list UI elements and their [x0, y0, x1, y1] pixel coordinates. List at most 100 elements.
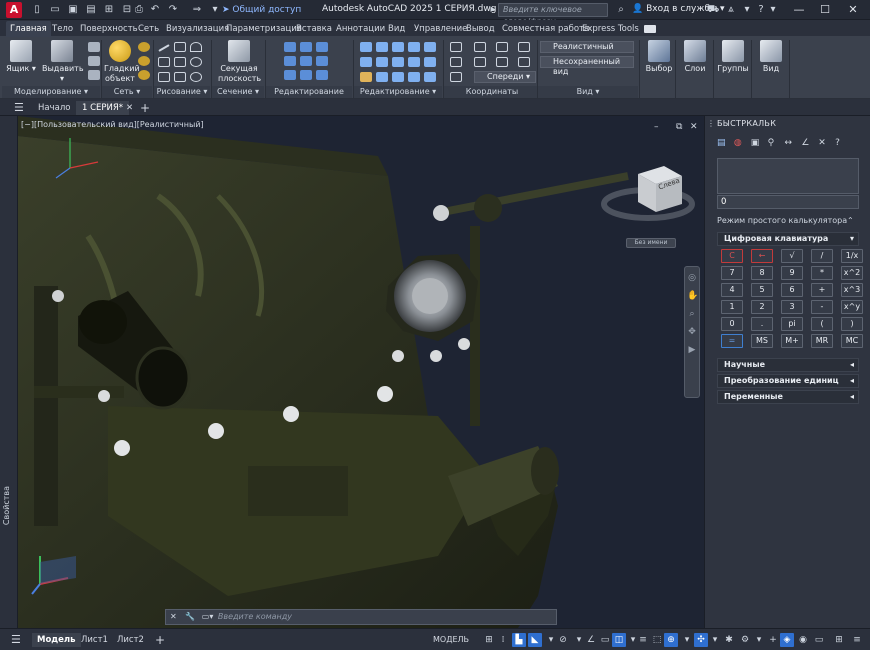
- command-input[interactable]: Введите команду: [218, 612, 292, 621]
- view-panel-title[interactable]: Вид ▾: [538, 86, 638, 98]
- steering-wheel-icon[interactable]: ◎: [687, 273, 697, 285]
- plot-icon[interactable]: ⇒: [190, 3, 204, 17]
- keypad-key[interactable]: (: [811, 317, 833, 331]
- layout-menu-icon[interactable]: ☰: [6, 633, 26, 647]
- keypad-key[interactable]: x^y: [841, 300, 863, 314]
- keypad-section-header[interactable]: Цифровая клавиатура ▾: [717, 232, 859, 246]
- search-icon[interactable]: ⌕: [614, 3, 628, 17]
- calc-help-icon[interactable]: ?: [835, 138, 849, 148]
- region-icon[interactable]: [174, 72, 186, 82]
- ellipse-icon[interactable]: [190, 72, 202, 82]
- ucs-object-icon[interactable]: [450, 72, 462, 82]
- clear-icon[interactable]: ▤: [717, 138, 731, 148]
- keypad-key[interactable]: ←: [751, 249, 773, 263]
- ucs-3point-icon[interactable]: [518, 42, 530, 52]
- solid-union-icon[interactable]: [284, 42, 296, 52]
- keypad-key[interactable]: 8: [751, 266, 773, 280]
- search-input[interactable]: Введите ключевое слово/фразу: [498, 3, 608, 26]
- keypad-key[interactable]: 7: [721, 266, 743, 280]
- web-open-icon[interactable]: ⊞: [102, 3, 116, 17]
- angle-icon[interactable]: ∠: [801, 138, 815, 148]
- command-close-icon[interactable]: ✕: [166, 612, 181, 621]
- layout2-tab[interactable]: Лист2: [112, 633, 149, 647]
- 3d-rotate-icon[interactable]: [392, 42, 404, 52]
- keypad-key[interactable]: 1/x: [841, 249, 863, 263]
- offset-edge-icon[interactable]: [300, 70, 312, 80]
- fillet-edge-icon[interactable]: [316, 70, 328, 80]
- fillet-icon[interactable]: [392, 72, 404, 82]
- undo-icon[interactable]: ↶: [148, 3, 162, 17]
- orbit-icon[interactable]: ✥: [687, 327, 697, 339]
- mirror-icon[interactable]: [392, 57, 404, 67]
- ucs-view-dropdown[interactable]: Спереди ▾: [474, 71, 536, 83]
- explode-icon[interactable]: [408, 72, 420, 82]
- circle-icon[interactable]: [190, 57, 202, 67]
- snap-icon[interactable]: ⁞: [496, 633, 510, 647]
- selection-cycling-icon[interactable]: ⬚: [650, 633, 664, 647]
- keypad-key[interactable]: *: [811, 266, 833, 280]
- tab-home[interactable]: Главная: [6, 21, 51, 37]
- modify-panel-title[interactable]: Редактирование ▾: [354, 86, 442, 98]
- intersection-icon[interactable]: ✕: [818, 138, 832, 148]
- keypad-key[interactable]: /: [811, 249, 833, 263]
- hardware-acceleration-icon[interactable]: ◉: [796, 633, 810, 647]
- keypad-key[interactable]: 1: [721, 300, 743, 314]
- keypad-key[interactable]: x^3: [841, 283, 863, 297]
- coords-panel-title[interactable]: Координаты: [444, 86, 540, 98]
- distance-icon[interactable]: ↔: [785, 138, 799, 148]
- workspace-icon[interactable]: ⚙: [738, 633, 752, 647]
- dynamic-ucs-menu-icon[interactable]: ▾: [680, 633, 694, 647]
- drawing-viewport[interactable]: [−][Пользовательский вид][Реалистичный] …: [18, 116, 704, 628]
- trim-icon[interactable]: [376, 72, 388, 82]
- cart-icon[interactable]: ⛟: [706, 3, 720, 17]
- save-as-icon[interactable]: ▤: [84, 3, 98, 17]
- section-plane-button[interactable]: Секущая плоскость: [218, 40, 261, 84]
- keypad-key[interactable]: 9: [781, 266, 803, 280]
- status-menu-icon[interactable]: ≡: [850, 633, 864, 647]
- keypad-key[interactable]: =: [721, 334, 743, 348]
- hatch-icon[interactable]: [158, 72, 170, 82]
- calc-history-display[interactable]: [717, 158, 859, 194]
- keypad-key[interactable]: MR: [811, 334, 833, 348]
- extract-edges-icon[interactable]: [284, 70, 296, 80]
- variables-section-header[interactable]: Переменные ◂: [717, 390, 859, 404]
- keypad-key[interactable]: +: [811, 283, 833, 297]
- maximize-button[interactable]: ☐: [814, 2, 836, 18]
- ucs-origin-icon[interactable]: [496, 42, 508, 52]
- workspace-menu-icon[interactable]: ▾: [752, 633, 766, 647]
- extrude-button[interactable]: Выдавить ▾: [42, 40, 84, 84]
- tab-visualize[interactable]: Визуализация: [166, 22, 229, 36]
- help-menu-icon[interactable]: ▾: [766, 3, 780, 17]
- zoom-icon[interactable]: ⌕: [687, 309, 697, 321]
- keypad-key[interactable]: 5: [751, 283, 773, 297]
- box-button[interactable]: Ящик ▾: [4, 40, 38, 74]
- modeling-panel-title[interactable]: Моделирование ▾: [2, 86, 100, 98]
- print-icon[interactable]: ⎙: [132, 3, 146, 17]
- layout1-tab[interactable]: Лист1: [76, 633, 113, 647]
- ucs-x-icon[interactable]: [450, 57, 462, 67]
- wcs-menu[interactable]: Без имени: [626, 238, 676, 248]
- save-icon[interactable]: ▣: [66, 3, 80, 17]
- rotate-icon[interactable]: [376, 57, 388, 67]
- tab-mesh[interactable]: Сеть: [138, 22, 159, 36]
- isolate-objects-icon[interactable]: ◈: [780, 633, 794, 647]
- tab-express-tools[interactable]: Express Tools: [582, 22, 639, 36]
- start-tab[interactable]: Начало: [32, 101, 76, 115]
- units-section-header[interactable]: Преобразование единиц ◂: [717, 374, 859, 388]
- groups-button[interactable]: Группы: [716, 40, 750, 74]
- quick-access-menu-icon[interactable]: ▾: [208, 3, 222, 17]
- isodraft-icon[interactable]: ⊘: [556, 633, 570, 647]
- tab-output[interactable]: Вывод: [466, 22, 495, 36]
- solid-edit-panel-title[interactable]: Редактирование тела ▾: [266, 86, 352, 108]
- section-panel-title[interactable]: Сечение ▾: [212, 86, 264, 98]
- polyline-icon[interactable]: [174, 42, 186, 52]
- showmotion-icon[interactable]: ▶: [687, 345, 697, 357]
- stretch-icon[interactable]: [360, 72, 372, 82]
- solid-intersect-icon[interactable]: [316, 42, 328, 52]
- redo-icon[interactable]: ↷: [166, 3, 180, 17]
- saved-view-dropdown[interactable]: Несохраненный вид: [540, 56, 634, 76]
- keypad-key[interactable]: MC: [841, 334, 863, 348]
- annotation-visibility-icon[interactable]: ✱: [722, 633, 736, 647]
- layers-button[interactable]: Слои: [678, 40, 712, 74]
- autodesk-app-icon[interactable]: ⩓: [724, 3, 738, 17]
